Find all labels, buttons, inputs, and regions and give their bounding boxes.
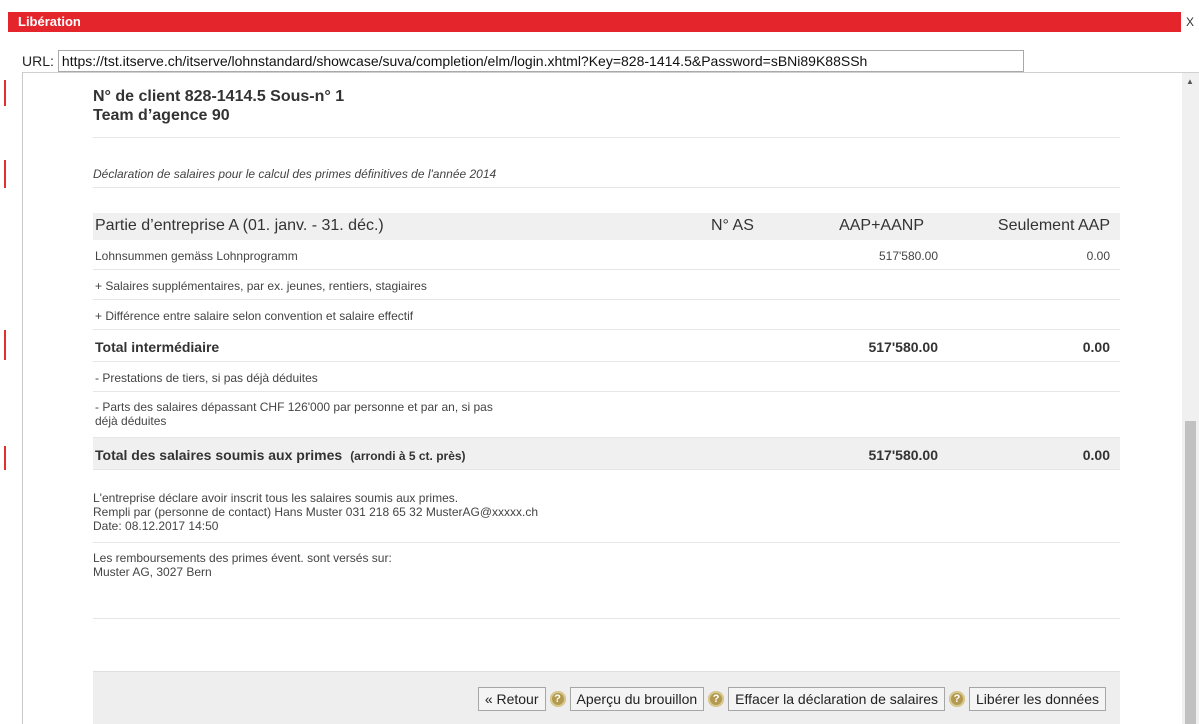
refund-line: Les remboursements des primes évent. son…: [93, 551, 392, 565]
table-row: + Différence entre salaire selon convent…: [93, 300, 1120, 330]
row-only-aap: 0.00: [1082, 339, 1110, 355]
action-footer: « Retour ? Aperçu du brouillon ? Effacer…: [93, 671, 1120, 724]
dialog-titlebar: Libération X: [8, 12, 1199, 32]
gutter-marker: [4, 160, 6, 188]
content-frame: ▲ N° de client 828-1414.5 Sous-n° 1 Team…: [22, 72, 1199, 724]
date-line: Date: 08.12.2017 14:50: [93, 519, 219, 533]
close-button[interactable]: X: [1181, 12, 1199, 32]
table-row: - Prestations de tiers, si pas déjà dédu…: [93, 362, 1120, 392]
gutter-marker: [4, 446, 6, 470]
declaration-title: Déclaration de salaires pour le calcul d…: [93, 167, 497, 181]
divider: [93, 187, 1120, 188]
total-only-aap: 0.00: [1082, 447, 1110, 463]
url-input[interactable]: [57, 50, 1024, 72]
client-number: N° de client 828-1414.5 Sous-n° 1: [93, 88, 345, 105]
gutter-marker: [4, 330, 6, 360]
total-aap-aanp: 517'580.00: [868, 447, 938, 463]
vertical-scrollbar[interactable]: ▲: [1182, 73, 1199, 724]
preview-draft-button[interactable]: Aperçu du brouillon: [569, 687, 705, 711]
dialog-title: Libération: [18, 14, 81, 29]
rounding-note: (arrondi à 5 ct. près): [350, 449, 466, 463]
client-header: N° de client 828-1414.5 Sous-n° 1 Team d…: [93, 87, 344, 125]
scroll-thumb[interactable]: [1185, 421, 1196, 724]
confirmation-line: L'entreprise déclare avoir inscrit tous …: [93, 491, 459, 505]
row-label-line: déjà déduites: [95, 414, 167, 428]
row-aap-aanp: 517'580.00: [878, 249, 938, 263]
row-aap-aanp: 517'580.00: [868, 339, 938, 355]
help-icon[interactable]: ?: [708, 691, 725, 707]
row-label: Total intermédiaire: [95, 339, 220, 355]
url-bar: URL:: [22, 50, 1024, 72]
left-gutter: [0, 0, 8, 724]
row-only-aap: 0.00: [1086, 249, 1110, 263]
table-row: + Salaires supplémentaires, par ex. jeun…: [93, 270, 1120, 300]
row-label: + Salaires supplémentaires, par ex. jeun…: [95, 279, 427, 293]
divider: [93, 542, 1120, 543]
row-label: - Parts des salaires dépassant CHF 126'0…: [95, 400, 493, 428]
refund-info: Les remboursements des primes évent. son…: [93, 551, 392, 579]
table-row: Lohnsummen gemäss Lohnprogramm 517'580.0…: [93, 240, 1120, 270]
subtotal-row: Total intermédiaire 517'580.00 0.00: [93, 330, 1120, 362]
total-row: Total des salaires soumis aux primes (arr…: [93, 438, 1120, 470]
agency-team: Team d’agence 90: [93, 107, 230, 124]
row-label: Lohnsummen gemäss Lohnprogramm: [95, 249, 298, 263]
header-only-aap: Seulement AAP: [997, 217, 1110, 234]
refund-account: Muster AG, 3027 Bern: [93, 565, 212, 579]
table-header-row: Partie d’entreprise A (01. janv. - 31. d…: [93, 213, 1120, 240]
table-row: - Parts des salaires dépassant CHF 126'0…: [93, 392, 1120, 438]
row-label-line: - Parts des salaires dépassant CHF 126'0…: [95, 400, 493, 414]
release-data-button[interactable]: Libérer les données: [969, 687, 1106, 711]
header-aap-aanp: AAP+AANP: [839, 217, 924, 234]
action-buttons: « Retour ? Aperçu du brouillon ? Effacer…: [477, 687, 1110, 711]
row-label: - Prestations de tiers, si pas déjà dédu…: [95, 371, 318, 385]
gutter-marker: [4, 80, 6, 106]
row-label: + Différence entre salaire selon convent…: [95, 309, 414, 323]
url-label: URL:: [22, 53, 54, 69]
help-icon[interactable]: ?: [549, 691, 566, 707]
total-label-text: Total des salaires soumis aux primes: [95, 447, 343, 463]
divider: [93, 618, 1120, 619]
delete-declaration-button[interactable]: Effacer la déclaration de salaires: [728, 687, 946, 711]
declaration-confirmation: L'entreprise déclare avoir inscrit tous …: [93, 491, 538, 533]
header-part: Partie d’entreprise A (01. janv. - 31. d…: [95, 217, 384, 234]
divider: [93, 137, 1120, 138]
contact-line: Rempli par (personne de contact) Hans Mu…: [93, 505, 539, 519]
help-icon[interactable]: ?: [949, 691, 966, 707]
total-label: Total des salaires soumis aux primes (arr…: [95, 447, 466, 463]
back-button[interactable]: « Retour: [477, 687, 546, 711]
header-as: N° AS: [711, 217, 754, 234]
scroll-up-arrow-icon[interactable]: ▲: [1186, 77, 1194, 86]
